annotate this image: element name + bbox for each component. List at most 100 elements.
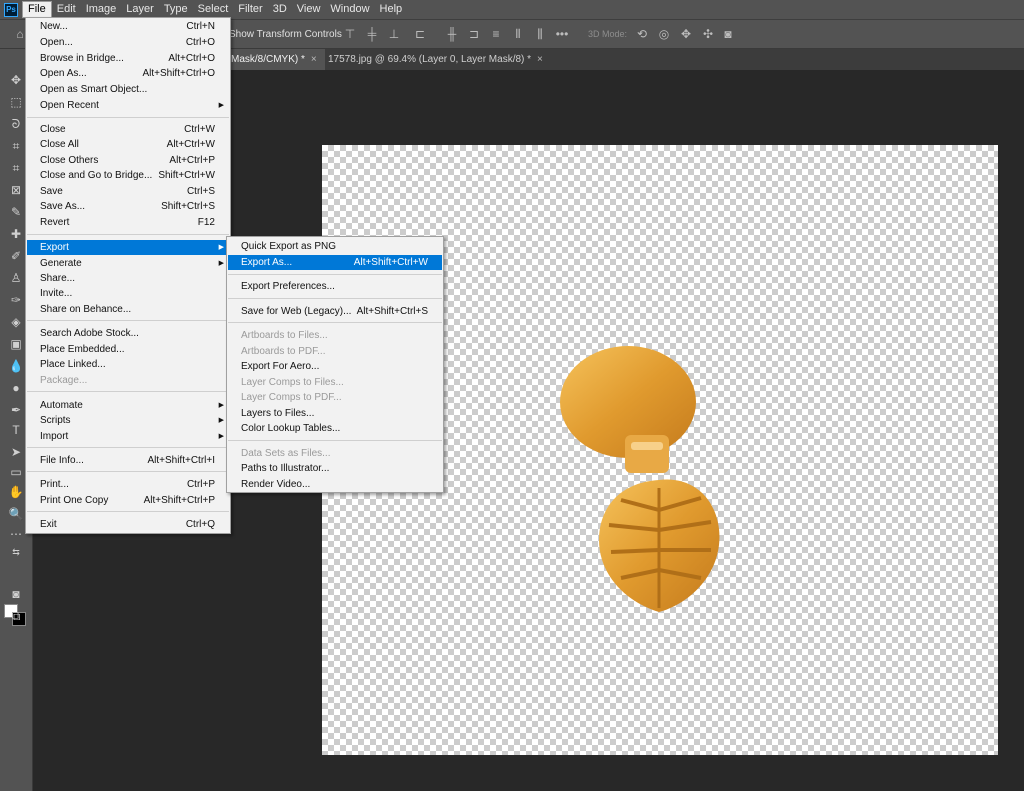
menu-item-print-one-copy[interactable]: Print One Copy Alt+Shift+Ctrl+P bbox=[27, 493, 229, 508]
menu-item-automate[interactable]: Automate ▶ bbox=[27, 398, 229, 413]
menu-type[interactable]: Type bbox=[159, 1, 193, 18]
menu-item-new[interactable]: New... Ctrl+N bbox=[27, 19, 229, 34]
menu-item-open-as[interactable]: Open As... Alt+Shift+Ctrl+O bbox=[27, 66, 229, 81]
menu-item-revert[interactable]: Revert F12 bbox=[27, 215, 229, 230]
menu-item-export-as[interactable]: Export As... Alt+Shift+Ctrl+W bbox=[228, 255, 442, 270]
show-transform-controls[interactable]: Show Transform Controls bbox=[229, 29, 342, 40]
pen-tool-icon[interactable]: ✒ bbox=[6, 401, 26, 419]
menu-item-close-all[interactable]: Close All Alt+Ctrl+W bbox=[27, 137, 229, 152]
menu-item-layers-to-files[interactable]: Layers to Files... bbox=[228, 406, 442, 421]
move-tool-icon[interactable]: ✥ bbox=[6, 71, 26, 89]
menu-item-close[interactable]: Close Ctrl+W bbox=[27, 122, 229, 137]
menu-item-exit[interactable]: Exit Ctrl+Q bbox=[27, 517, 229, 532]
menu-item-quick-export-png[interactable]: Quick Export as PNG bbox=[228, 239, 442, 254]
slide-3d-icon[interactable]: ✣ bbox=[700, 26, 716, 42]
menu-item-share-on-behance[interactable]: Share on Behance... bbox=[27, 302, 229, 317]
distribute-icon[interactable]: ≡ bbox=[488, 26, 504, 42]
menu-item-close-others[interactable]: Close Others Alt+Ctrl+P bbox=[27, 153, 229, 168]
more-options-icon[interactable]: ••• bbox=[554, 26, 570, 42]
separator bbox=[228, 440, 442, 441]
tab-label: Mask/8/CMYK) * bbox=[231, 54, 305, 65]
separator bbox=[27, 117, 229, 118]
zoom-tool-icon[interactable]: 🔍 bbox=[6, 505, 26, 523]
distribute-h-icon[interactable]: ⫴ bbox=[510, 26, 526, 42]
menu-item-place-linked[interactable]: Place Linked... bbox=[27, 357, 229, 372]
menu-layer[interactable]: Layer bbox=[121, 1, 159, 18]
quick-mask-icon[interactable]: ◙ bbox=[6, 585, 26, 603]
eyedropper-tool-icon[interactable]: ✎ bbox=[6, 203, 26, 221]
drag-3d-icon[interactable]: ✥ bbox=[678, 26, 694, 42]
menu-help[interactable]: Help bbox=[375, 1, 408, 18]
menu-item-share[interactable]: Share... bbox=[27, 271, 229, 286]
menu-item-open-recent[interactable]: Open Recent ▶ bbox=[27, 98, 229, 113]
brush-tool-icon[interactable]: ✐ bbox=[6, 247, 26, 265]
menu-item-import[interactable]: Import ▶ bbox=[27, 429, 229, 444]
menu-file[interactable]: File bbox=[22, 1, 52, 18]
path-select-tool-icon[interactable]: ➤ bbox=[6, 443, 26, 461]
blur-tool-icon[interactable]: 💧 bbox=[6, 357, 26, 375]
rectangle-tool-icon[interactable]: ▭ bbox=[6, 463, 26, 481]
menu-item-render-video[interactable]: Render Video... bbox=[228, 477, 442, 492]
menu-image[interactable]: Image bbox=[81, 1, 122, 18]
align-top-icon[interactable]: ⊤ bbox=[342, 26, 358, 42]
menu-edit[interactable]: Edit bbox=[52, 1, 81, 18]
clone-stamp-tool-icon[interactable]: ♙ bbox=[6, 269, 26, 287]
align-middle-icon[interactable]: ╪ bbox=[364, 26, 380, 42]
type-tool-icon[interactable]: T bbox=[6, 421, 26, 439]
menu-item-export-for-aero[interactable]: Export For Aero... bbox=[228, 359, 442, 374]
menu-view[interactable]: View bbox=[292, 1, 326, 18]
menu-item-invite[interactable]: Invite... bbox=[27, 286, 229, 301]
eraser-tool-icon[interactable]: ◈ bbox=[6, 313, 26, 331]
menu-item-close-and-go-to-bridge[interactable]: Close and Go to Bridge... Shift+Ctrl+W bbox=[27, 168, 229, 183]
menu-item-save-as[interactable]: Save As... Shift+Ctrl+S bbox=[27, 199, 229, 214]
tab-document-2[interactable]: 17578.jpg @ 69.4% (Layer 0, Layer Mask/8… bbox=[320, 49, 551, 70]
menu-item-paths-to-illustrator[interactable]: Paths to Illustrator... bbox=[228, 461, 442, 476]
edit-toolbar-icon[interactable]: ⋯ bbox=[6, 525, 26, 543]
video-3d-icon[interactable]: ◙ bbox=[720, 26, 736, 42]
menu-item-data-sets-as-files: Data Sets as Files... bbox=[241, 448, 331, 459]
menu-item-export[interactable]: Export ▶ bbox=[27, 240, 229, 255]
close-icon[interactable]: × bbox=[311, 54, 317, 65]
history-brush-tool-icon[interactable]: ✑ bbox=[6, 291, 26, 309]
menu-item-save[interactable]: Save Ctrl+S bbox=[27, 184, 229, 199]
screen-mode-icon[interactable]: ⧉ bbox=[6, 607, 26, 625]
swap-colors-icon[interactable]: ⇆ bbox=[6, 543, 26, 561]
menu-window[interactable]: Window bbox=[325, 1, 374, 18]
quick-select-tool-icon[interactable]: ⌗ bbox=[6, 137, 26, 155]
menu-item-layer-comps-to-files: Layer Comps to Files... bbox=[241, 377, 344, 388]
healing-brush-tool-icon[interactable]: ✚ bbox=[6, 225, 26, 243]
menu-item-search-adobe-stock[interactable]: Search Adobe Stock... bbox=[27, 326, 229, 341]
distribute-v-icon[interactable]: ⫼ bbox=[532, 26, 548, 42]
align-center-icon[interactable]: ╫ bbox=[444, 26, 460, 42]
menu-item-open[interactable]: Open... Ctrl+O bbox=[27, 35, 229, 50]
menu-item-artboards-to-files: Artboards to Files... bbox=[241, 330, 328, 341]
menu-select[interactable]: Select bbox=[193, 1, 234, 18]
menu-item-save-for-web[interactable]: Save for Web (Legacy)... Alt+Shift+Ctrl+S bbox=[228, 304, 442, 319]
frame-tool-icon[interactable]: ⊠ bbox=[6, 181, 26, 199]
menu-item-export-preferences[interactable]: Export Preferences... bbox=[228, 279, 442, 294]
hand-tool-icon[interactable]: ✋ bbox=[6, 483, 26, 501]
orbit-3d-icon[interactable]: ⟲ bbox=[634, 26, 650, 42]
roll-3d-icon[interactable]: ◎ bbox=[656, 26, 672, 42]
submenu-arrow-icon: ▶ bbox=[218, 102, 224, 109]
menu-item-scripts[interactable]: Scripts ▶ bbox=[27, 413, 229, 428]
align-right-icon[interactable]: ⊐ bbox=[466, 26, 482, 42]
gradient-tool-icon[interactable]: ▣ bbox=[6, 335, 26, 353]
tab-document-1[interactable]: Mask/8/CMYK) * × bbox=[223, 49, 325, 70]
align-bottom-icon[interactable]: ⊥ bbox=[386, 26, 402, 42]
menu-item-open-as-smart-object[interactable]: Open as Smart Object... bbox=[27, 82, 229, 97]
close-icon[interactable]: × bbox=[537, 54, 543, 65]
menu-item-browse-in-bridge[interactable]: Browse in Bridge... Alt+Ctrl+O bbox=[27, 51, 229, 66]
marquee-tool-icon[interactable]: ⬚ bbox=[6, 93, 26, 111]
menu-item-place-embedded[interactable]: Place Embedded... bbox=[27, 342, 229, 357]
menu-item-color-lookup-tables[interactable]: Color Lookup Tables... bbox=[228, 421, 442, 436]
menu-3d[interactable]: 3D bbox=[268, 1, 292, 18]
menu-filter[interactable]: Filter bbox=[233, 1, 267, 18]
menu-item-print[interactable]: Print... Ctrl+P bbox=[27, 477, 229, 492]
dodge-tool-icon[interactable]: ● bbox=[6, 379, 26, 397]
lasso-tool-icon[interactable]: ᘐ bbox=[6, 115, 26, 133]
align-left-icon[interactable]: ⊏ bbox=[412, 26, 428, 42]
crop-tool-icon[interactable]: ⌗ bbox=[6, 159, 26, 177]
menu-item-generate[interactable]: Generate ▶ bbox=[27, 256, 229, 271]
menu-item-file-info[interactable]: File Info... Alt+Shift+Ctrl+I bbox=[27, 453, 229, 468]
